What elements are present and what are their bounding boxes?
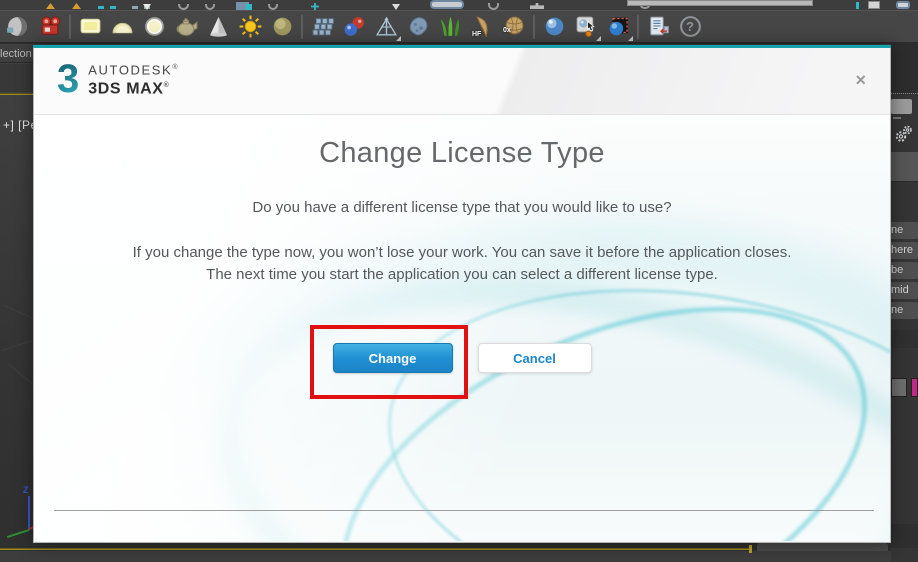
hair-fur-icon[interactable]: HF bbox=[466, 12, 498, 42]
dialog-header: 3 AUTODESK® 3DS MAX® × bbox=[34, 48, 890, 115]
active-viewport-border-bottom bbox=[0, 548, 752, 550]
registered-mark: ® bbox=[172, 63, 180, 71]
help-icon[interactable]: ? bbox=[674, 12, 706, 42]
toolbar-separator bbox=[69, 14, 71, 39]
track-bar-fragment[interactable] bbox=[757, 543, 888, 551]
foliage-icon[interactable] bbox=[434, 12, 466, 42]
license-dialog: 3 AUTODESK® 3DS MAX® × Change License Ty… bbox=[33, 45, 891, 543]
primitive-buttons-column: ne here be mid ne bbox=[891, 222, 918, 322]
dialog-description: If you change the type now, you won’t lo… bbox=[132, 244, 792, 283]
primitive-button-clipped[interactable]: be bbox=[891, 262, 918, 279]
spotlight-cone-icon[interactable] bbox=[202, 12, 234, 42]
command-panel: ne here be mid ne bbox=[891, 44, 918, 562]
rock-icon[interactable] bbox=[402, 12, 434, 42]
brand-product: 3DS MAX® bbox=[88, 80, 170, 98]
toolbar-separator bbox=[533, 14, 535, 39]
3dsmax-logo-icon: 3 bbox=[57, 57, 80, 101]
metaball-icon[interactable] bbox=[338, 12, 370, 42]
footer-divider bbox=[54, 510, 874, 511]
status-strip bbox=[0, 551, 891, 562]
dialog-question: Do you have a different license type tha… bbox=[252, 199, 672, 216]
command-panel-bottom bbox=[891, 524, 918, 548]
name-field-fragment[interactable] bbox=[891, 378, 907, 397]
close-icon[interactable]: × bbox=[855, 71, 866, 89]
particle-array-icon[interactable] bbox=[306, 12, 338, 42]
panel-slider-fragment bbox=[893, 117, 901, 119]
dialog-body: Change License Type Do you have a differ… bbox=[34, 115, 890, 541]
select-object-icon[interactable] bbox=[570, 12, 602, 42]
toolbar-separator bbox=[301, 14, 303, 39]
axis-z-line bbox=[28, 496, 30, 530]
dome-light-icon[interactable] bbox=[106, 12, 138, 42]
omni-light-icon[interactable] bbox=[138, 12, 170, 42]
registered-mark: ® bbox=[163, 82, 170, 89]
time-slider-tick[interactable] bbox=[749, 545, 752, 553]
brand-block: 3 AUTODESK® 3DS MAX® bbox=[57, 59, 179, 99]
primitive-button-clipped[interactable]: here bbox=[891, 242, 918, 259]
rollout-header-clipped[interactable] bbox=[891, 330, 918, 348]
render-region-icon[interactable] bbox=[602, 12, 634, 42]
fur-ball-icon[interactable]: 0x bbox=[498, 12, 530, 42]
axis-y-line bbox=[6, 529, 30, 539]
teapot-icon[interactable] bbox=[170, 12, 202, 42]
sun-light-icon[interactable] bbox=[234, 12, 266, 42]
area-light-icon[interactable] bbox=[74, 12, 106, 42]
brand-autodesk: AUTODESK® bbox=[88, 62, 180, 77]
app-window: HF 0x? lection +] [Per Z ne here be mid … bbox=[0, 0, 918, 562]
primitive-button-clipped[interactable]: mid bbox=[891, 282, 918, 299]
main-toolbar: HF 0x? bbox=[0, 10, 918, 44]
clipped-toolbar-row bbox=[0, 0, 918, 10]
primitive-category-dropdown-clipped[interactable] bbox=[891, 152, 918, 182]
dialog-title: Change License Type bbox=[319, 137, 605, 169]
change-button[interactable]: Change bbox=[332, 343, 453, 373]
command-panel-top bbox=[891, 44, 918, 93]
crescent-light-icon[interactable] bbox=[2, 12, 34, 42]
toolbar-separator bbox=[637, 14, 639, 39]
primitive-button-clipped[interactable]: ne bbox=[891, 302, 918, 319]
video-camera-icon[interactable] bbox=[34, 12, 66, 42]
axis-z-label: Z bbox=[23, 485, 29, 495]
primitive-button-clipped[interactable]: ne bbox=[891, 222, 918, 239]
cancel-button[interactable]: Cancel bbox=[477, 343, 592, 373]
panel-button-fragment[interactable] bbox=[891, 99, 912, 114]
rollout-edge bbox=[891, 93, 918, 94]
systems-gears-icon[interactable] bbox=[892, 122, 916, 148]
space-warp-pyramid-icon[interactable] bbox=[370, 12, 402, 42]
script-listener-icon[interactable] bbox=[642, 12, 674, 42]
object-color-swatch[interactable] bbox=[911, 378, 918, 397]
geosphere-icon[interactable] bbox=[538, 12, 570, 42]
sky-light-icon[interactable] bbox=[266, 12, 298, 42]
